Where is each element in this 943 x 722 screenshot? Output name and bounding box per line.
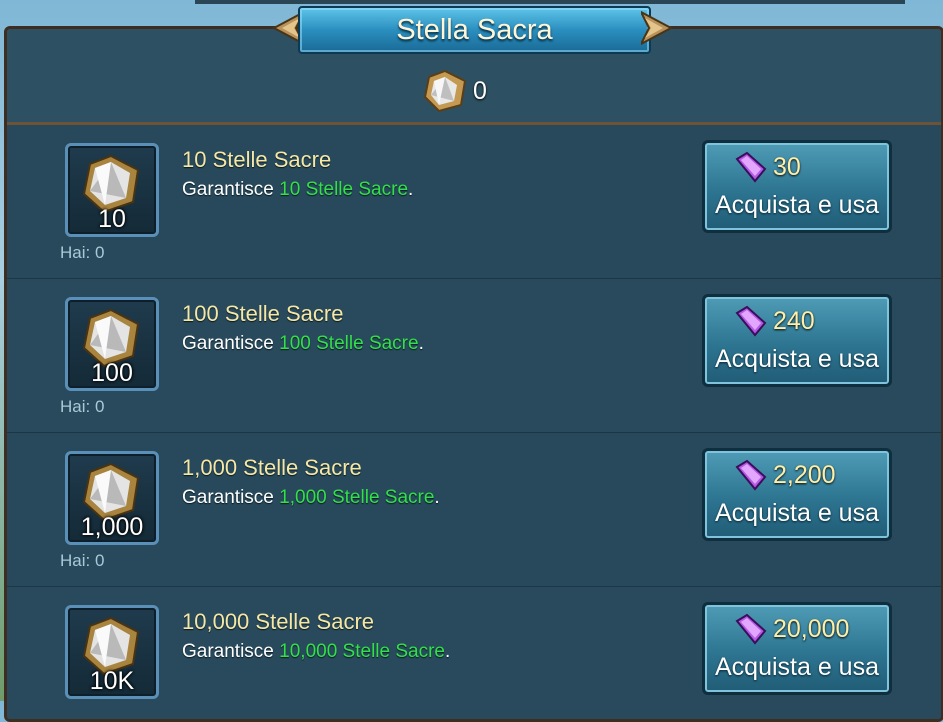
- desc-suffix: .: [418, 333, 424, 354]
- buy-and-use-button[interactable]: 20,000 Acquista e usa: [702, 602, 892, 695]
- purple-gem-icon: [735, 305, 767, 337]
- desc-prefix: Garantisce: [182, 179, 280, 200]
- top-frame-strip: [195, 0, 905, 4]
- desc-suffix: .: [445, 641, 451, 662]
- buy-and-use-button[interactable]: 240 Acquista e usa: [702, 294, 892, 387]
- purple-gem-icon: [735, 613, 767, 645]
- list-item: 1,000 Hai: 0 1,000 Stelle Sacre Garantis…: [7, 433, 941, 588]
- buy-button-label: Acquista e usa: [715, 191, 879, 219]
- item-title: 10,000 Stelle Sacre: [182, 609, 375, 634]
- item-slot[interactable]: 100: [65, 297, 159, 391]
- owned-count: Hai: 0: [60, 397, 105, 416]
- item-quantity: 1,000: [80, 513, 144, 541]
- item-description: Garantisce 10 Stelle Sacre.: [182, 179, 413, 201]
- price: 240: [733, 305, 815, 337]
- buy-button-label: Acquista e usa: [715, 653, 879, 681]
- price: 2,200: [733, 459, 836, 491]
- owned-counter: 0: [421, 69, 487, 113]
- buy-and-use-button[interactable]: 2,200 Acquista e usa: [702, 448, 892, 541]
- purple-gem-icon: [735, 151, 767, 183]
- list-item: 10 Hai: 0 10 Stelle Sacre Garantisce 10 …: [7, 125, 941, 280]
- desc-prefix: Garantisce: [182, 487, 280, 508]
- owned-count: Hai: 0: [60, 551, 105, 570]
- title-banner: Stella Sacra: [270, 6, 675, 54]
- desc-highlight: 10,000 Stelle Sacre: [279, 641, 445, 662]
- item-description: Garantisce 1,000 Stelle Sacre.: [182, 487, 440, 509]
- desc-highlight: 10 Stelle Sacre: [279, 179, 409, 200]
- desc-highlight: 1,000 Stelle Sacre: [279, 487, 435, 508]
- item-slot[interactable]: 10K: [65, 605, 159, 699]
- item-title: 100 Stelle Sacre: [182, 301, 344, 326]
- desc-suffix: .: [408, 179, 414, 200]
- arrow-right-ornament-icon: [641, 10, 674, 46]
- owned-total: 0: [473, 76, 487, 105]
- item-description: Garantisce 100 Stelle Sacre.: [182, 333, 424, 355]
- owned-count: Hai: 0: [60, 243, 105, 262]
- buy-button-label: Acquista e usa: [715, 499, 879, 527]
- price: 30: [733, 151, 801, 183]
- desc-highlight: 100 Stelle Sacre: [279, 333, 419, 354]
- buy-and-use-button[interactable]: 30 Acquista e usa: [702, 140, 892, 233]
- desc-suffix: .: [434, 487, 440, 508]
- item-title: 10 Stelle Sacre: [182, 147, 332, 172]
- item-slot[interactable]: 1,000: [65, 451, 159, 545]
- holy-star-panel: 0 10 Hai: 0 10 Stelle Sacre Garantisce 1…: [4, 26, 943, 722]
- item-title: 1,000 Stelle Sacre: [182, 455, 362, 480]
- desc-prefix: Garantisce: [182, 333, 280, 354]
- price-value: 240: [773, 306, 815, 335]
- item-quantity: 10K: [89, 667, 135, 695]
- item-quantity: 10: [98, 205, 126, 233]
- price-value: 2,200: [773, 460, 836, 489]
- item-quantity: 100: [91, 359, 133, 387]
- purple-gem-icon: [735, 459, 767, 491]
- desc-prefix: Garantisce: [182, 641, 280, 662]
- price-value: 30: [773, 152, 801, 181]
- item-description: Garantisce 10,000 Stelle Sacre.: [182, 641, 450, 663]
- price-value: 20,000: [773, 614, 850, 643]
- list-item: 10K 10,000 Stelle Sacre Garantisce 10,00…: [7, 587, 941, 719]
- list-item: 100 Hai: 0 100 Stelle Sacre Garantisce 1…: [7, 279, 941, 434]
- item-slot[interactable]: 10: [65, 143, 159, 237]
- page-title: Stella Sacra: [298, 6, 651, 54]
- buy-button-label: Acquista e usa: [715, 345, 879, 373]
- price: 20,000: [733, 613, 849, 645]
- holy-star-icon: [423, 69, 467, 113]
